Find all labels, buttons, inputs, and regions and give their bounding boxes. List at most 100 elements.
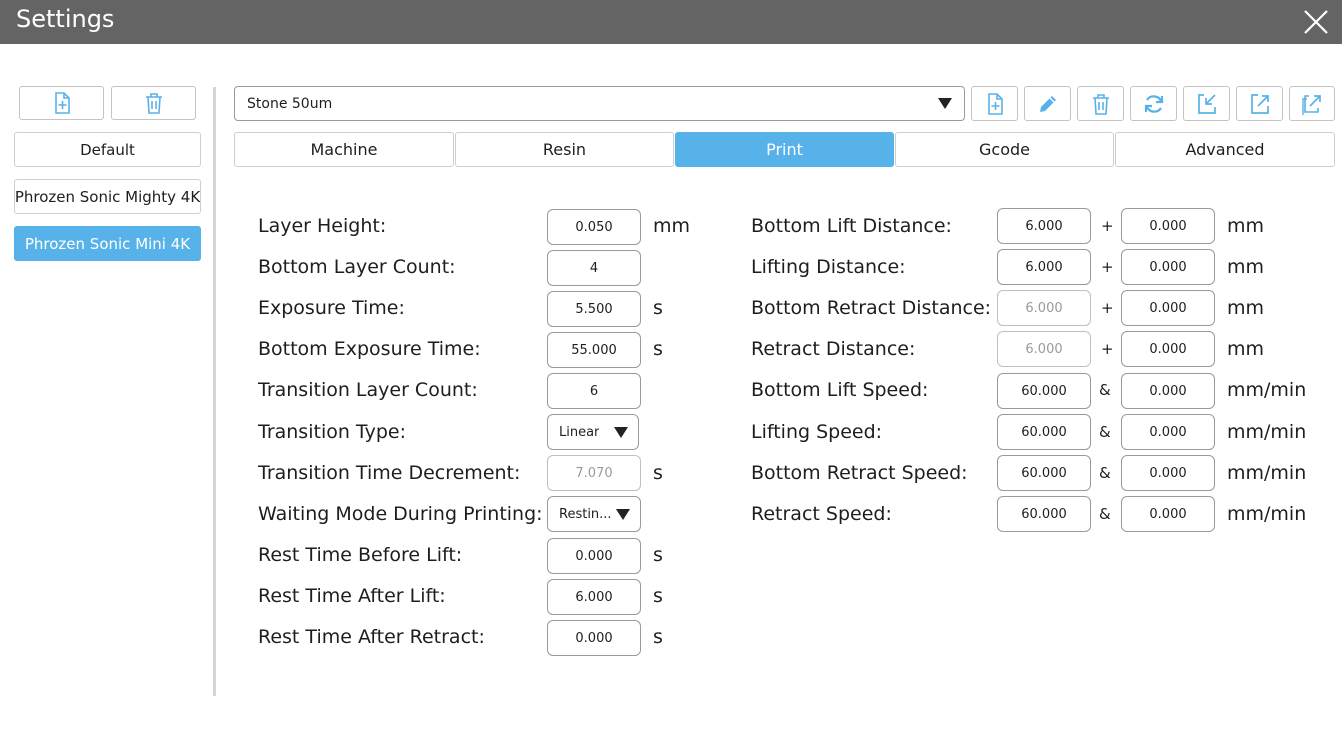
delete-profile-button[interactable] xyxy=(1077,86,1124,121)
transition-time-decrement-label: Transition Time Decrement: xyxy=(258,462,521,484)
layer-height-unit: mm xyxy=(653,215,691,237)
chevron-down-icon xyxy=(938,98,952,109)
transition-layer-count-input[interactable] xyxy=(547,373,641,409)
lifting-distance-extra-input[interactable] xyxy=(1121,249,1215,285)
lifting-speed-unit: mm/min xyxy=(1227,421,1307,443)
window-title: Settings xyxy=(16,5,115,33)
transition-type-dropdown[interactable]: Linear xyxy=(547,414,639,450)
preset-phrozen-sonic-mini-4k[interactable]: Phrozen Sonic Mini 4K xyxy=(14,226,201,261)
profile-dropdown[interactable]: Stone 50um xyxy=(234,86,965,121)
bottom-lift-distance-label: Bottom Lift Distance: xyxy=(751,215,952,237)
bottom-lift-speed-label: Bottom Lift Speed: xyxy=(751,379,929,401)
bottom-retract-distance-unit: mm xyxy=(1227,297,1265,319)
tab-gcode[interactable]: Gcode xyxy=(895,132,1114,167)
bottom-lift-distance-input[interactable] xyxy=(997,208,1091,244)
retract-distance-unit: mm xyxy=(1227,338,1265,360)
waiting-mode-value: Restin... xyxy=(559,506,612,522)
bottom-exposure-time-input[interactable] xyxy=(547,332,641,368)
trash-icon xyxy=(145,93,162,114)
preset-default[interactable]: Default xyxy=(14,132,201,167)
bottom-retract-speed-extra-input[interactable] xyxy=(1121,455,1215,491)
bottom-exposure-time-label: Bottom Exposure Time: xyxy=(258,338,481,360)
close-icon xyxy=(1304,10,1328,34)
lifting-distance-label: Lifting Distance: xyxy=(751,256,906,278)
rest-time-before-lift-input[interactable] xyxy=(547,538,641,574)
bottom-retract-distance-operator: + xyxy=(1101,299,1114,317)
bottom-lift-distance-operator: + xyxy=(1101,217,1114,235)
bottom-retract-distance-label: Bottom Retract Distance: xyxy=(751,297,992,319)
export-all-profiles-button[interactable] xyxy=(1289,86,1335,121)
tab-advanced[interactable]: Advanced xyxy=(1115,132,1335,167)
import-profile-button[interactable] xyxy=(1183,86,1230,121)
refresh-icon xyxy=(1144,94,1163,113)
retract-distance-extra-input[interactable] xyxy=(1121,331,1215,367)
bottom-retract-speed-input[interactable] xyxy=(997,455,1091,491)
tab-print[interactable]: Print xyxy=(675,132,894,167)
lifting-distance-input[interactable] xyxy=(997,249,1091,285)
new-profile-button[interactable] xyxy=(971,86,1018,121)
exposure-time-label: Exposure Time: xyxy=(258,297,405,319)
waiting-mode-dropdown[interactable]: Restin... xyxy=(547,496,641,532)
rest-time-before-lift-unit: s xyxy=(653,544,663,566)
rest-time-after-lift-input[interactable] xyxy=(547,579,641,615)
bottom-exposure-time-unit: s xyxy=(653,338,663,360)
layer-height-input[interactable] xyxy=(547,209,641,245)
sidebar-divider xyxy=(213,87,216,696)
retract-speed-unit: mm/min xyxy=(1227,503,1307,525)
bottom-lift-distance-unit: mm xyxy=(1227,215,1265,237)
rest-time-after-lift-label: Rest Time After Lift: xyxy=(258,585,446,607)
bottom-lift-distance-extra-input[interactable] xyxy=(1121,208,1215,244)
retract-distance-operator: + xyxy=(1101,340,1114,358)
bottom-lift-speed-input[interactable] xyxy=(997,373,1091,409)
rest-time-after-retract-label: Rest Time After Retract: xyxy=(258,626,485,648)
bottom-retract-distance-extra-input[interactable] xyxy=(1121,290,1215,326)
transition-time-decrement-input xyxy=(547,455,641,491)
retract-speed-operator: & xyxy=(1099,505,1111,523)
export-all-icon xyxy=(1302,94,1321,115)
transition-type-value: Linear xyxy=(559,424,600,440)
preset-phrozen-sonic-mighty-4k[interactable]: Phrozen Sonic Mighty 4K xyxy=(14,179,201,214)
retract-speed-input[interactable] xyxy=(997,496,1091,532)
bottom-layer-count-label: Bottom Layer Count: xyxy=(258,256,456,278)
bottom-retract-speed-operator: & xyxy=(1099,464,1111,482)
export-icon xyxy=(1250,93,1269,114)
bottom-lift-speed-unit: mm/min xyxy=(1227,379,1307,401)
transition-time-decrement-unit: s xyxy=(653,462,663,484)
retract-speed-label: Retract Speed: xyxy=(751,503,892,525)
bottom-retract-speed-label: Bottom Retract Speed: xyxy=(751,462,968,484)
tab-resin[interactable]: Resin xyxy=(455,132,674,167)
title-bar: Settings xyxy=(0,0,1342,44)
export-profile-button[interactable] xyxy=(1236,86,1283,121)
tab-machine[interactable]: Machine xyxy=(234,132,454,167)
bottom-layer-count-input[interactable] xyxy=(547,250,641,286)
add-file-icon xyxy=(54,92,70,114)
chevron-down-icon xyxy=(616,509,630,520)
transition-layer-count-label: Transition Layer Count: xyxy=(258,379,478,401)
add-file-icon xyxy=(987,92,1003,115)
bottom-lift-speed-extra-input[interactable] xyxy=(1121,373,1215,409)
bottom-retract-distance-input xyxy=(997,290,1091,326)
add-preset-button[interactable] xyxy=(19,86,104,120)
waiting-mode-label: Waiting Mode During Printing: xyxy=(258,503,543,525)
exposure-time-input[interactable] xyxy=(547,291,641,327)
bottom-lift-speed-operator: & xyxy=(1099,381,1111,399)
retract-distance-label: Retract Distance: xyxy=(751,338,916,360)
delete-preset-button[interactable] xyxy=(111,86,196,120)
lifting-speed-label: Lifting Speed: xyxy=(751,421,883,443)
rest-time-after-retract-input[interactable] xyxy=(547,620,641,656)
retract-speed-extra-input[interactable] xyxy=(1121,496,1215,532)
edit-profile-button[interactable] xyxy=(1024,86,1071,121)
layer-height-label: Layer Height: xyxy=(258,215,387,237)
transition-type-label: Transition Type: xyxy=(258,421,406,443)
refresh-profile-button[interactable] xyxy=(1130,86,1177,121)
exposure-time-unit: s xyxy=(653,297,663,319)
lifting-speed-input[interactable] xyxy=(997,414,1091,450)
rest-time-after-lift-unit: s xyxy=(653,585,663,607)
import-icon xyxy=(1197,93,1216,114)
rest-time-after-retract-unit: s xyxy=(653,626,663,648)
close-button[interactable] xyxy=(1300,6,1332,38)
profile-dropdown-value: Stone 50um xyxy=(247,95,333,112)
lifting-speed-extra-input[interactable] xyxy=(1121,414,1215,450)
retract-distance-input xyxy=(997,331,1091,367)
chevron-down-icon xyxy=(614,427,628,438)
